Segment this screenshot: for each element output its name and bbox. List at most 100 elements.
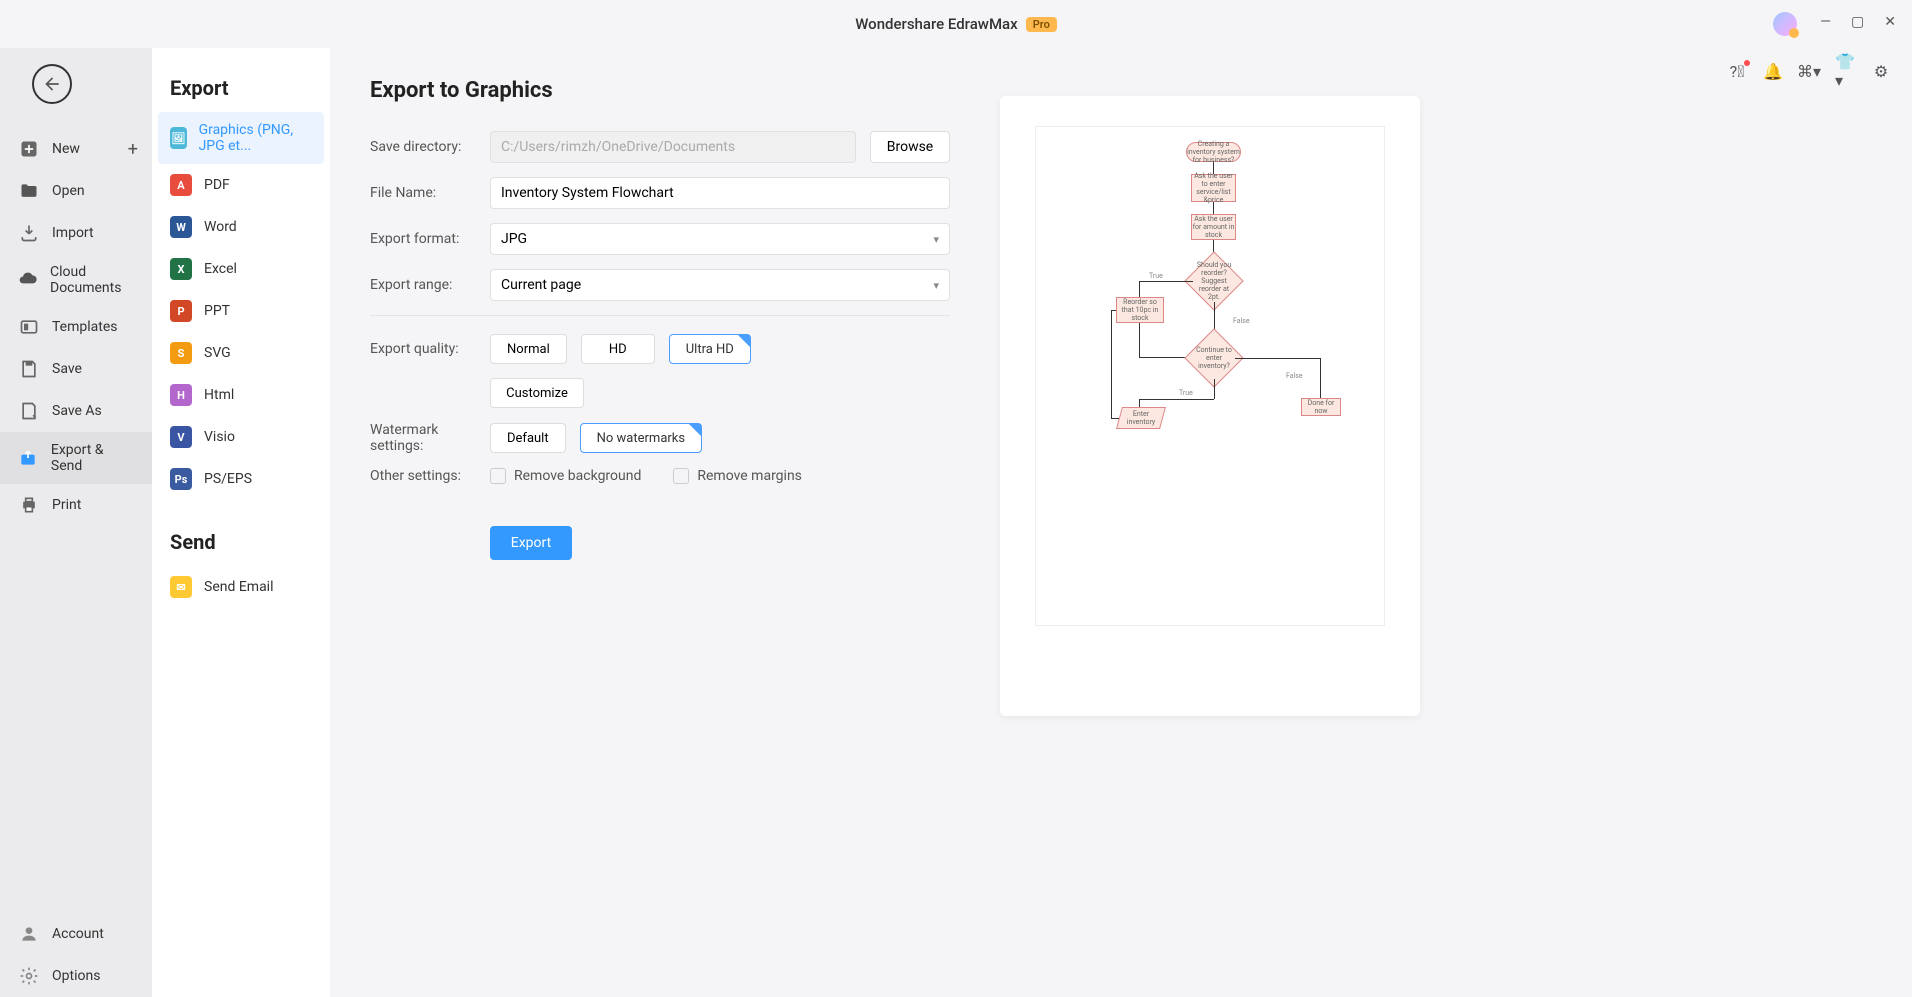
fc-node-5: Reorder so that 10pc in stock	[1116, 297, 1164, 323]
savedir-input[interactable]	[490, 131, 856, 163]
watermark-label: Watermark settings:	[370, 422, 490, 454]
fc-node-3: Ask the user for amount in stock	[1191, 214, 1236, 240]
fc-label-false1: False	[1233, 317, 1250, 325]
avatar-icon[interactable]	[1773, 12, 1797, 36]
format-select[interactable]: JPG	[490, 223, 950, 255]
format-excel-label: Excel	[204, 261, 237, 277]
filename-label: File Name:	[370, 185, 490, 201]
customize-button[interactable]: Customize	[490, 378, 584, 408]
browse-button[interactable]: Browse	[870, 131, 950, 163]
nav-print[interactable]: Print	[0, 484, 152, 526]
remove-margins-checkbox[interactable]: Remove margins	[673, 468, 802, 484]
format-graphics-label: Graphics (PNG, JPG et...	[199, 122, 312, 154]
format-svg-label: SVG	[204, 345, 231, 361]
minimize-icon[interactable]: —	[1820, 14, 1831, 30]
watermark-default-button[interactable]: Default	[490, 423, 566, 453]
visio-icon: V	[170, 426, 192, 448]
fc-label-true2: True	[1179, 389, 1193, 397]
mail-icon: ✉	[170, 576, 192, 598]
format-visio-label: Visio	[204, 429, 235, 445]
watermark-none-button[interactable]: No watermarks	[580, 423, 702, 453]
nav-import[interactable]: Import	[0, 212, 152, 254]
quality-normal-button[interactable]: Normal	[490, 334, 567, 364]
range-select[interactable]: Current page	[490, 269, 950, 301]
nav-exportsend-label: Export & Send	[51, 442, 134, 474]
send-email-label: Send Email	[204, 579, 274, 595]
nav-open[interactable]: Open	[0, 170, 152, 212]
nav-cloud[interactable]: Cloud Documents	[0, 254, 152, 306]
send-email[interactable]: ✉ Send Email	[152, 566, 330, 608]
format-word[interactable]: W Word	[152, 206, 330, 248]
fc-node-start: Creating a inventory system for business…	[1186, 142, 1241, 162]
bell-icon[interactable]: 🔔	[1764, 62, 1782, 80]
preview-panel: Creating a inventory system for business…	[1000, 96, 1420, 716]
sidebar-left: New + Open Import Cloud Documents Templa…	[0, 48, 152, 997]
ppt-icon: P	[170, 300, 192, 322]
export-icon	[18, 447, 39, 469]
gear-icon[interactable]: ⚙	[1872, 62, 1890, 80]
pdf-icon: A	[170, 174, 192, 196]
export-heading: Export	[152, 66, 330, 112]
add-icon[interactable]: +	[128, 139, 138, 160]
preview-page: Creating a inventory system for business…	[1035, 126, 1385, 626]
grid-icon[interactable]: ⌘▾	[1800, 62, 1818, 80]
help-icon[interactable]: ?⃝	[1728, 62, 1746, 80]
plus-square-icon	[18, 138, 40, 160]
word-icon: W	[170, 216, 192, 238]
nav-account[interactable]: Account	[0, 913, 152, 955]
toolbar-right: ?⃝ 🔔 ⌘▾ 👕▾ ⚙	[1728, 62, 1890, 80]
quality-ultra-button[interactable]: Ultra HD	[669, 334, 751, 364]
fc-node-2: Ask the user to enter service/list &pric…	[1191, 174, 1236, 202]
nav-save-label: Save	[52, 361, 82, 377]
format-list: Export 🖼 Graphics (PNG, JPG et... A PDF …	[152, 48, 330, 997]
download-icon	[18, 222, 40, 244]
nav-new[interactable]: New +	[0, 128, 152, 170]
close-icon[interactable]: ✕	[1884, 14, 1896, 30]
format-svg[interactable]: S SVG	[152, 332, 330, 374]
nav-print-label: Print	[52, 497, 81, 513]
svg-icon: S	[170, 342, 192, 364]
nav-templates[interactable]: Templates	[0, 306, 152, 348]
format-excel[interactable]: X Excel	[152, 248, 330, 290]
maximize-icon[interactable]: ▢	[1851, 14, 1864, 30]
filename-input[interactable]	[490, 177, 950, 209]
nav-save[interactable]: Save	[0, 348, 152, 390]
other-label: Other settings:	[370, 468, 490, 484]
nav-exportsend[interactable]: Export & Send	[0, 432, 152, 484]
form-title: Export to Graphics	[370, 78, 950, 103]
window-controls: — ▢ ✕	[1820, 14, 1896, 30]
nav-options[interactable]: Options	[0, 955, 152, 997]
range-label: Export range:	[370, 277, 490, 293]
format-visio[interactable]: V Visio	[152, 416, 330, 458]
remove-bg-checkbox[interactable]: Remove background	[490, 468, 641, 484]
format-pdf[interactable]: A PDF	[152, 164, 330, 206]
back-button[interactable]	[32, 64, 72, 104]
quality-hd-button[interactable]: HD	[581, 334, 655, 364]
app-title: Wondershare EdrawMax	[855, 15, 1018, 33]
folder-icon	[18, 180, 40, 202]
nav-options-label: Options	[52, 968, 100, 984]
shirt-icon[interactable]: 👕▾	[1836, 62, 1854, 80]
fc-label-false2: False	[1286, 372, 1303, 380]
image-icon: 🖼	[170, 127, 187, 149]
gear-icon	[18, 965, 40, 987]
format-html[interactable]: H Html	[152, 374, 330, 416]
format-ppt[interactable]: P PPT	[152, 290, 330, 332]
nav-saveas[interactable]: Save As	[0, 390, 152, 432]
format-ppt-label: PPT	[204, 303, 230, 319]
format-pseps[interactable]: Ps PS/EPS	[152, 458, 330, 500]
format-graphics[interactable]: 🖼 Graphics (PNG, JPG et...	[158, 112, 324, 164]
nav-import-label: Import	[52, 225, 94, 241]
title-bar: Wondershare EdrawMax Pro — ▢ ✕	[0, 0, 1912, 48]
save-icon	[18, 358, 40, 380]
cloud-icon	[18, 269, 38, 291]
export-button[interactable]: Export	[490, 526, 572, 560]
nav-open-label: Open	[52, 183, 85, 199]
send-heading: Send	[152, 520, 330, 566]
format-word-label: Word	[204, 219, 237, 235]
arrow-left-icon	[42, 74, 62, 94]
templates-icon	[18, 316, 40, 338]
nav-saveas-label: Save As	[52, 403, 102, 419]
excel-icon: X	[170, 258, 192, 280]
savedir-label: Save directory:	[370, 139, 490, 155]
